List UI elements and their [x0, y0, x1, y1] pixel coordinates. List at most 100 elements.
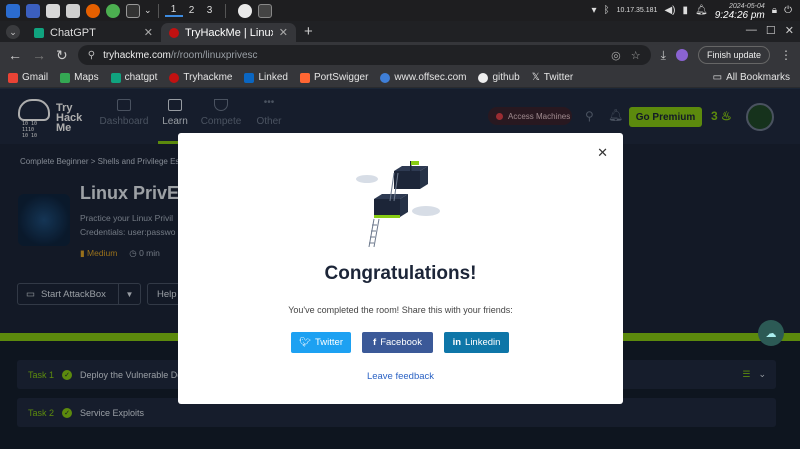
battery-icon[interactable]: ▮ [682, 5, 688, 16]
share-facebook-button[interactable]: f Facebook [362, 332, 433, 353]
bookmark-twitter[interactable]: 𝕏 Twitter [532, 72, 574, 83]
tab-chatgpt[interactable]: ChatGPT ✕ [26, 23, 161, 42]
close-icon[interactable]: ✕ [597, 145, 608, 161]
address-bar[interactable]: ⚲ tryhackme.com /r/room/linuxprivesc ◎ ☆ [77, 45, 651, 65]
close-tab-icon[interactable]: ✕ [279, 26, 288, 39]
chatgpt-favicon-icon [34, 27, 44, 38]
tab-tryhackme[interactable]: TryHackMe | Linux PrivEsc ✕ [161, 23, 296, 42]
clock-time: 9:24:26 pm [714, 9, 765, 21]
tab-title: TryHackMe | Linux PrivEsc [185, 26, 273, 39]
app-menu-icon[interactable] [6, 3, 20, 18]
reload-icon[interactable]: ↻ [56, 47, 68, 64]
site-info-icon[interactable]: ⚲ [88, 50, 95, 61]
finish-update-button[interactable]: Finish update [697, 46, 770, 64]
bookmark-label: www.offsec.com [394, 72, 467, 83]
bookmark-label: github [492, 72, 520, 83]
system-tray: ▾ ᛒ 10.17.35.181 ◀) ▮ 🔔︎ 2024-05-04 9:24… [592, 0, 800, 21]
bookmark-label: chatgpt [124, 72, 158, 83]
workspace-2[interactable]: 2 [183, 5, 201, 16]
forward-icon[interactable]: → [32, 47, 46, 63]
files-icon[interactable] [46, 3, 60, 18]
all-bookmarks-label: All Bookmarks [726, 72, 790, 83]
room-complete-illustration [356, 161, 440, 247]
bookmark-tryhackme[interactable]: Tryhackme [169, 72, 232, 83]
bookmark-label: Twitter [543, 72, 574, 83]
os-taskbar: ⌄ 1 2 3 ▾ ᛒ 10.17.35.181 ◀) ▮ 🔔︎ 2024-05… [0, 0, 800, 21]
bookmark-offsec[interactable]: www.offsec.com [380, 72, 466, 83]
gmail-icon [8, 72, 18, 83]
taskbar-divider [224, 3, 226, 18]
ip-address: 10.17.35.181 [616, 7, 658, 14]
folder-icon[interactable] [66, 3, 80, 18]
url-host: tryhackme.com [103, 49, 171, 61]
share-buttons: 🐦︎ Twitter f Facebook in Linkedin [291, 332, 509, 353]
share-label: Facebook [380, 337, 422, 348]
chatgpt-icon [110, 72, 121, 83]
wifi-icon[interactable]: ▾ [592, 5, 597, 16]
firefox-icon[interactable] [86, 3, 100, 18]
power-icon[interactable]: ⏻ [784, 5, 792, 16]
eye-off-icon[interactable]: ◎ [611, 49, 621, 62]
desktop-icon[interactable] [26, 3, 40, 18]
bookmark-linkedin[interactable]: Linked [244, 72, 288, 83]
maps-icon [60, 72, 71, 83]
bookmark-gmail[interactable]: Gmail [8, 72, 48, 83]
bookmark-chatgpt[interactable]: chatgpt [110, 72, 158, 83]
modal-message: You've completed the room! Share this wi… [288, 305, 513, 315]
workspace-1[interactable]: 1 [164, 4, 183, 17]
bookmark-label: Linked [258, 72, 288, 83]
bookmark-github[interactable]: github [478, 72, 520, 83]
menu-icon[interactable]: ⋮ [780, 48, 792, 62]
bookmark-label: Tryhackme [183, 72, 233, 83]
linkedin-icon [244, 72, 255, 83]
congratulations-modal: ✕ Congratulations! You've completed the … [178, 133, 623, 404]
github-icon [478, 72, 489, 83]
bookmark-portswigger[interactable]: PortSwigger [299, 72, 369, 83]
clock[interactable]: 2024-05-04 9:24:26 pm [714, 2, 765, 21]
new-tab-icon[interactable]: + [304, 23, 313, 40]
linkedin-icon: in [452, 337, 462, 348]
url-path: /r/room/linuxprivesc [170, 49, 258, 61]
maximize-icon[interactable]: ☐ [766, 24, 776, 37]
share-twitter-button[interactable]: 🐦︎ Twitter [291, 332, 351, 353]
lock-icon[interactable]: 🔒︎ [772, 5, 777, 16]
tab-search-icon[interactable]: ⌄ [6, 25, 20, 39]
bookmark-label: Maps [74, 72, 99, 83]
taskbar-divider [157, 3, 159, 18]
profile-icon[interactable] [675, 49, 688, 61]
leave-feedback-link[interactable]: Leave feedback [178, 371, 623, 382]
bookmark-label: Gmail [22, 72, 49, 83]
address-bar-actions: ◎ ☆ [611, 49, 640, 62]
workspace-3[interactable]: 3 [201, 5, 219, 16]
folder-icon: ▭ [712, 72, 723, 83]
modal-title: Congratulations! [324, 263, 477, 284]
chat-support-icon[interactable]: ☁ [758, 320, 784, 346]
x-icon: 𝕏 [531, 72, 540, 83]
bookmark-label: PortSwigger [313, 72, 369, 83]
chevron-down-icon[interactable]: ⌄ [144, 5, 152, 16]
share-linkedin-button[interactable]: in Linkedin [444, 332, 509, 353]
window-controls: — ☐ ✕ [746, 24, 794, 37]
tryhackme-icon [169, 72, 180, 83]
bluetooth-icon[interactable]: ᛒ [604, 5, 610, 16]
share-label: Linkedin [465, 337, 501, 348]
terminal-window-icon[interactable] [257, 3, 272, 18]
notification-icon[interactable]: 🔔︎ [695, 5, 708, 16]
chrome-window-icon[interactable] [237, 3, 252, 18]
bookmarks-bar: Gmail Maps chatgpt Tryhackme Linked Port… [0, 68, 800, 88]
browser-tab-bar: ⌄ ChatGPT ✕ TryHackMe | Linux PrivEsc ✕ … [0, 21, 800, 42]
close-tab-icon[interactable]: ✕ [144, 26, 153, 39]
all-bookmarks[interactable]: ▭ All Bookmarks [713, 72, 800, 83]
terminal-icon[interactable] [126, 3, 140, 18]
minimize-icon[interactable]: — [746, 24, 757, 37]
download-icon[interactable]: ⤓ [661, 48, 666, 63]
portswigger-icon [299, 72, 310, 83]
close-window-icon[interactable]: ✕ [785, 24, 794, 37]
chrome-icon[interactable] [106, 3, 120, 18]
bookmark-maps[interactable]: Maps [60, 72, 99, 83]
back-icon[interactable]: ← [8, 47, 22, 63]
volume-icon[interactable]: ◀) [664, 5, 675, 16]
globe-icon [380, 72, 391, 83]
bookmark-star-icon[interactable]: ☆ [631, 49, 641, 62]
tryhackme-favicon-icon [169, 27, 179, 38]
